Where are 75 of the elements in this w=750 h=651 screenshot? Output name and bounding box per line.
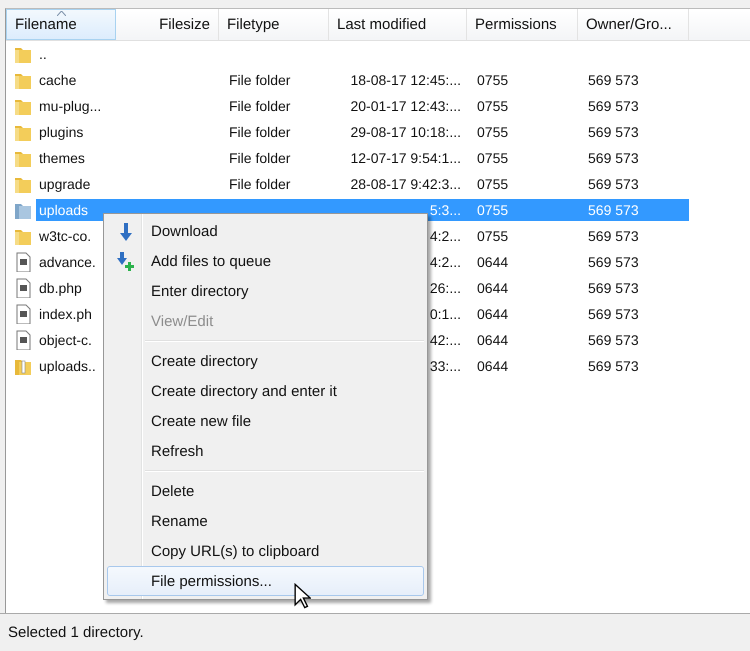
menu-item[interactable]: Refresh bbox=[107, 436, 424, 466]
table-cell-text: 569 573 bbox=[587, 201, 640, 220]
table-cell-text: 20-01-17 12:43:... bbox=[349, 97, 462, 116]
column-header[interactable]: Permissions bbox=[467, 9, 578, 40]
table-cell-text: 12-07-17 9:54:1... bbox=[349, 149, 462, 168]
table-cell-text: 569 573 bbox=[587, 175, 640, 194]
table-cell-text: 4:2... bbox=[428, 253, 462, 272]
column-header[interactable]: Filename bbox=[6, 9, 116, 40]
table-cell-text: 0755 bbox=[476, 149, 510, 168]
table-cell-text: 569 573 bbox=[587, 71, 640, 90]
menu-item[interactable]: File permissions... bbox=[107, 566, 424, 596]
table-cell-text: 4:2... bbox=[428, 227, 462, 246]
table-cell-text: 28-08-17 9:42:3... bbox=[349, 175, 462, 194]
sort-caret-icon bbox=[57, 11, 66, 16]
table-cell-text: File folder bbox=[228, 97, 292, 116]
file-name: upgrade bbox=[38, 175, 92, 194]
table-cell-text: 5:3... bbox=[428, 201, 462, 220]
menu-item[interactable]: Delete bbox=[107, 476, 424, 506]
table-cell-text: 0755 bbox=[476, 227, 510, 246]
table-cell-text: 0755 bbox=[476, 201, 510, 220]
table-cell-text: 0644 bbox=[476, 279, 510, 298]
add-to-queue-icon bbox=[116, 252, 136, 272]
file-row[interactable]: .. bbox=[36, 43, 689, 65]
table-cell-text: 569 573 bbox=[587, 357, 640, 376]
file-row[interactable]: themes File folder 12-07-17 9:54:1... 0755 569 573 bbox=[36, 147, 689, 169]
file-name: themes bbox=[38, 149, 86, 168]
table-cell-text: 42:... bbox=[428, 331, 462, 350]
table-cell-text: 0755 bbox=[476, 71, 510, 90]
file-name: mu-plug... bbox=[38, 97, 102, 116]
table-cell-text: 29-08-17 10:18:... bbox=[349, 123, 462, 142]
menu-item[interactable]: Create new file bbox=[107, 406, 424, 436]
menu-item[interactable]: Copy URL(s) to clipboard bbox=[107, 536, 424, 566]
column-header[interactable]: Filesize bbox=[116, 9, 219, 40]
table-cell-text: 26:... bbox=[428, 279, 462, 298]
column-header[interactable]: Filetype bbox=[219, 9, 329, 40]
file-name: cache bbox=[38, 71, 78, 90]
menu-item[interactable]: Add files to queue bbox=[107, 246, 424, 276]
table-cell-text: 18-08-17 12:45:... bbox=[349, 71, 462, 90]
table-cell-text: 0755 bbox=[476, 97, 510, 116]
table-cell-text: 569 573 bbox=[587, 149, 640, 168]
table-cell-text: File folder bbox=[228, 123, 292, 142]
file-name: uploads bbox=[38, 201, 90, 220]
mouse-pointer-icon bbox=[293, 583, 311, 609]
table-cell-text: 0644 bbox=[476, 305, 510, 324]
file-name: plugins bbox=[38, 123, 84, 142]
column-header[interactable]: Last modified bbox=[329, 9, 467, 40]
file-row[interactable]: upgrade File folder 28-08-17 9:42:3... 0755 569 573 bbox=[36, 173, 689, 195]
menu-item[interactable]: Rename bbox=[107, 506, 424, 536]
table-cell-text: 569 573 bbox=[587, 227, 640, 246]
table-cell-text: File folder bbox=[228, 71, 292, 90]
file-name: .. bbox=[38, 45, 48, 64]
table-cell-text: 0644 bbox=[476, 331, 510, 350]
status-text: Selected 1 directory. bbox=[8, 624, 144, 641]
file-name: object-c. bbox=[38, 331, 93, 350]
table-cell-text: 569 573 bbox=[587, 123, 640, 142]
column-header[interactable]: Owner/Gro... bbox=[578, 9, 689, 40]
table-cell-text: 0644 bbox=[476, 357, 510, 376]
table-cell-text: 0644 bbox=[476, 253, 510, 272]
file-row[interactable]: cache File folder 18-08-17 12:45:... 0755 569 573 bbox=[36, 69, 689, 91]
table-cell-text: 569 573 bbox=[587, 279, 640, 298]
table-cell-text: 569 573 bbox=[587, 305, 640, 324]
table-cell-text: 569 573 bbox=[587, 97, 640, 116]
table-cell-text: 0755 bbox=[476, 175, 510, 194]
file-row[interactable]: mu-plug... File folder 20-01-17 12:43:... 0755 569 573 bbox=[36, 95, 689, 117]
table-cell-text: 33:... bbox=[428, 357, 462, 376]
table-cell-text: 0755 bbox=[476, 123, 510, 142]
file-row[interactable]: plugins File folder 29-08-17 10:18:... 0755 569 573 bbox=[36, 121, 689, 143]
table-cell-text: File folder bbox=[228, 175, 292, 194]
table-cell-text: 569 573 bbox=[587, 331, 640, 350]
menu-item[interactable]: Enter directory bbox=[107, 276, 424, 306]
table-cell-text: File folder bbox=[228, 149, 292, 168]
table-cell-text: 569 573 bbox=[587, 253, 640, 272]
table-cell-text: 0:1... bbox=[428, 305, 462, 324]
menu-item[interactable]: Create directory and enter it bbox=[107, 376, 424, 406]
menu-item[interactable]: Create directory bbox=[107, 346, 424, 376]
